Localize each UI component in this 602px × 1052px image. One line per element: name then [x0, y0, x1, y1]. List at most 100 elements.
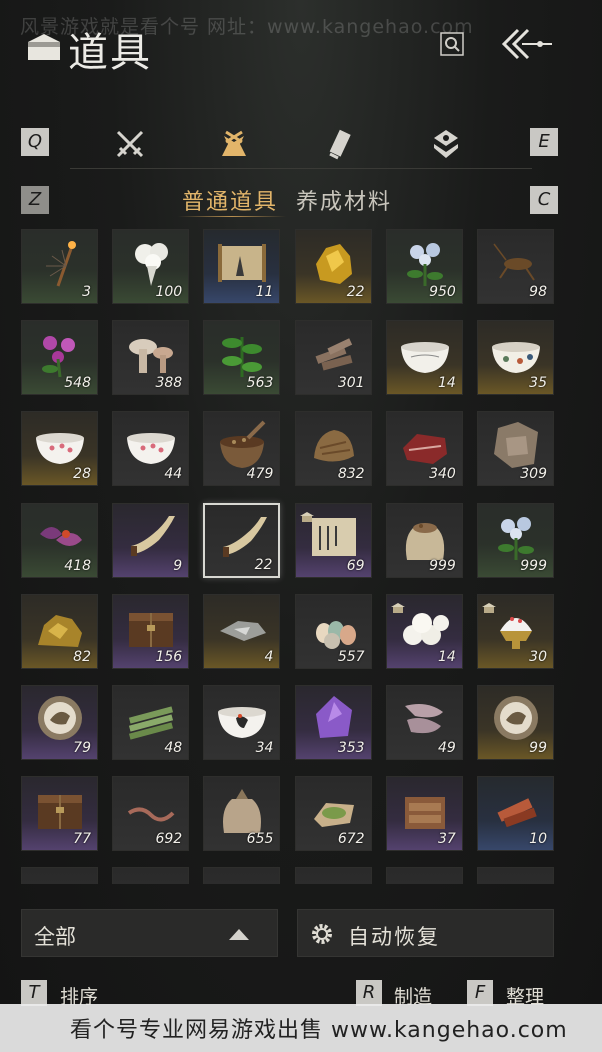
item-count: 479	[246, 466, 274, 483]
item-count: 10	[529, 831, 547, 848]
item-count: 34	[255, 740, 274, 756]
wood-pieces-icon	[315, 338, 353, 371]
item-count: 30	[529, 648, 547, 665]
item-count: 309	[520, 466, 547, 483]
tabbar-divider	[70, 168, 532, 169]
item-slot[interactable]: 999	[385, 502, 463, 578]
item-slot[interactable]: 672	[294, 776, 372, 852]
item-slot[interactable]: 37	[385, 776, 463, 852]
item-slot[interactable]: 22	[203, 502, 281, 578]
item-count: 79	[73, 740, 91, 756]
item-slot[interactable]: 340	[385, 411, 463, 487]
auto-recover-button[interactable]: 自动恢复	[297, 909, 554, 957]
item-slot[interactable]	[112, 867, 190, 884]
item-count: 3	[82, 284, 91, 300]
next-tab-key[interactable]: E	[530, 128, 558, 156]
item-slot[interactable]: 69	[294, 502, 372, 578]
item-slot[interactable]: 563	[203, 320, 281, 396]
sort-key[interactable]: T	[21, 980, 47, 1006]
item-slot[interactable]: 28	[21, 411, 98, 487]
item-slot[interactable]: 100	[112, 229, 190, 304]
item-slot[interactable]	[203, 867, 281, 884]
item-count: 22	[346, 284, 365, 300]
item-slot[interactable]: 98	[477, 229, 554, 304]
mortar-icon	[220, 420, 266, 469]
tab-weapons[interactable]	[112, 126, 148, 162]
partial-icon	[32, 874, 88, 884]
item-slot[interactable]: 692	[112, 776, 190, 852]
item-count: 22	[254, 556, 273, 573]
item-slot[interactable]: 35	[477, 320, 554, 396]
item-slot[interactable]: 156	[112, 593, 190, 669]
back-arrow-icon[interactable]	[500, 26, 554, 62]
next-subtab-key[interactable]: C	[530, 186, 558, 214]
craft-key[interactable]: R	[356, 980, 382, 1006]
item-slot[interactable]: 44	[112, 411, 190, 487]
item-count: 692	[155, 831, 183, 848]
item-count: 28	[73, 466, 91, 483]
tab-misc[interactable]	[428, 126, 464, 162]
bag-icon	[28, 34, 60, 60]
item-slot[interactable]: 309	[477, 411, 554, 487]
item-slot[interactable]: 479	[203, 411, 281, 487]
item-slot[interactable]: 999	[477, 502, 554, 578]
cloth-sack-icon	[223, 789, 262, 834]
prev-tab-key[interactable]: Q	[21, 128, 49, 156]
item-slot[interactable]: 3	[21, 229, 98, 304]
item-slot[interactable]: 14	[385, 593, 463, 669]
item-slot[interactable]: 82	[21, 593, 98, 669]
scroll-painting-icon	[218, 244, 267, 282]
item-slot[interactable]	[21, 867, 98, 884]
grain-sack-icon	[405, 522, 444, 560]
item-slot[interactable]: 4	[203, 593, 281, 669]
tobacco-icon	[313, 430, 354, 462]
item-count: 49	[437, 740, 456, 756]
subtab-common-items[interactable]: 普通道具	[182, 184, 278, 216]
item-slot[interactable]: 9	[112, 502, 190, 578]
item-slot[interactable]: 49	[385, 685, 463, 760]
horn-icon	[131, 515, 176, 556]
item-slot[interactable]: 832	[294, 411, 372, 487]
organize-key[interactable]: F	[467, 980, 493, 1006]
item-slot[interactable]	[294, 867, 372, 884]
porcelain-bowl-icon	[400, 342, 449, 374]
item-slot[interactable]: 301	[294, 320, 372, 396]
item-slot[interactable]: 34	[203, 685, 281, 760]
crystal-shard-icon	[220, 620, 267, 641]
item-slot[interactable]: 79	[21, 685, 98, 760]
item-slot[interactable]: 30	[477, 593, 554, 669]
purple-flower-icon	[42, 336, 75, 378]
tab-scrolls[interactable]	[324, 126, 360, 162]
item-slot[interactable]: 10	[477, 776, 554, 852]
item-slot[interactable]: 11	[203, 229, 281, 304]
item-slot[interactable]: 77	[21, 776, 98, 852]
worm-icon	[128, 807, 175, 822]
item-slot[interactable]: 655	[203, 776, 281, 852]
item-slot[interactable]: 418	[21, 502, 98, 578]
item-slot[interactable]	[477, 867, 554, 884]
item-slot[interactable]: 548	[21, 320, 98, 396]
item-count: 99	[529, 740, 547, 756]
gear-icon	[312, 924, 332, 944]
item-slot[interactable]: 950	[385, 229, 463, 304]
item-slot[interactable]: 353	[294, 685, 372, 760]
filter-dropdown[interactable]: 全部	[21, 909, 278, 957]
subtab-materials[interactable]: 养成材料	[296, 184, 392, 216]
item-slot[interactable]	[385, 867, 463, 884]
filter-label: 全部	[34, 925, 76, 949]
search-icon[interactable]	[440, 32, 464, 56]
item-slot[interactable]: 557	[294, 593, 372, 669]
item-slot[interactable]: 22	[294, 229, 372, 304]
item-slot[interactable]: 99	[477, 685, 554, 760]
subtabs: Z 普通道具 养成材料 C	[0, 180, 602, 220]
item-slot[interactable]: 14	[385, 320, 463, 396]
item-count: 14	[437, 375, 456, 392]
item-count: 418	[64, 557, 91, 574]
partial-icon	[488, 874, 544, 884]
tab-items-bag[interactable]	[216, 126, 252, 162]
item-count: 4	[264, 648, 274, 665]
prev-subtab-key[interactable]: Z	[21, 186, 49, 214]
item-slot[interactable]: 48	[112, 685, 190, 760]
item-count: 353	[337, 740, 365, 756]
item-slot[interactable]: 388	[112, 320, 190, 396]
